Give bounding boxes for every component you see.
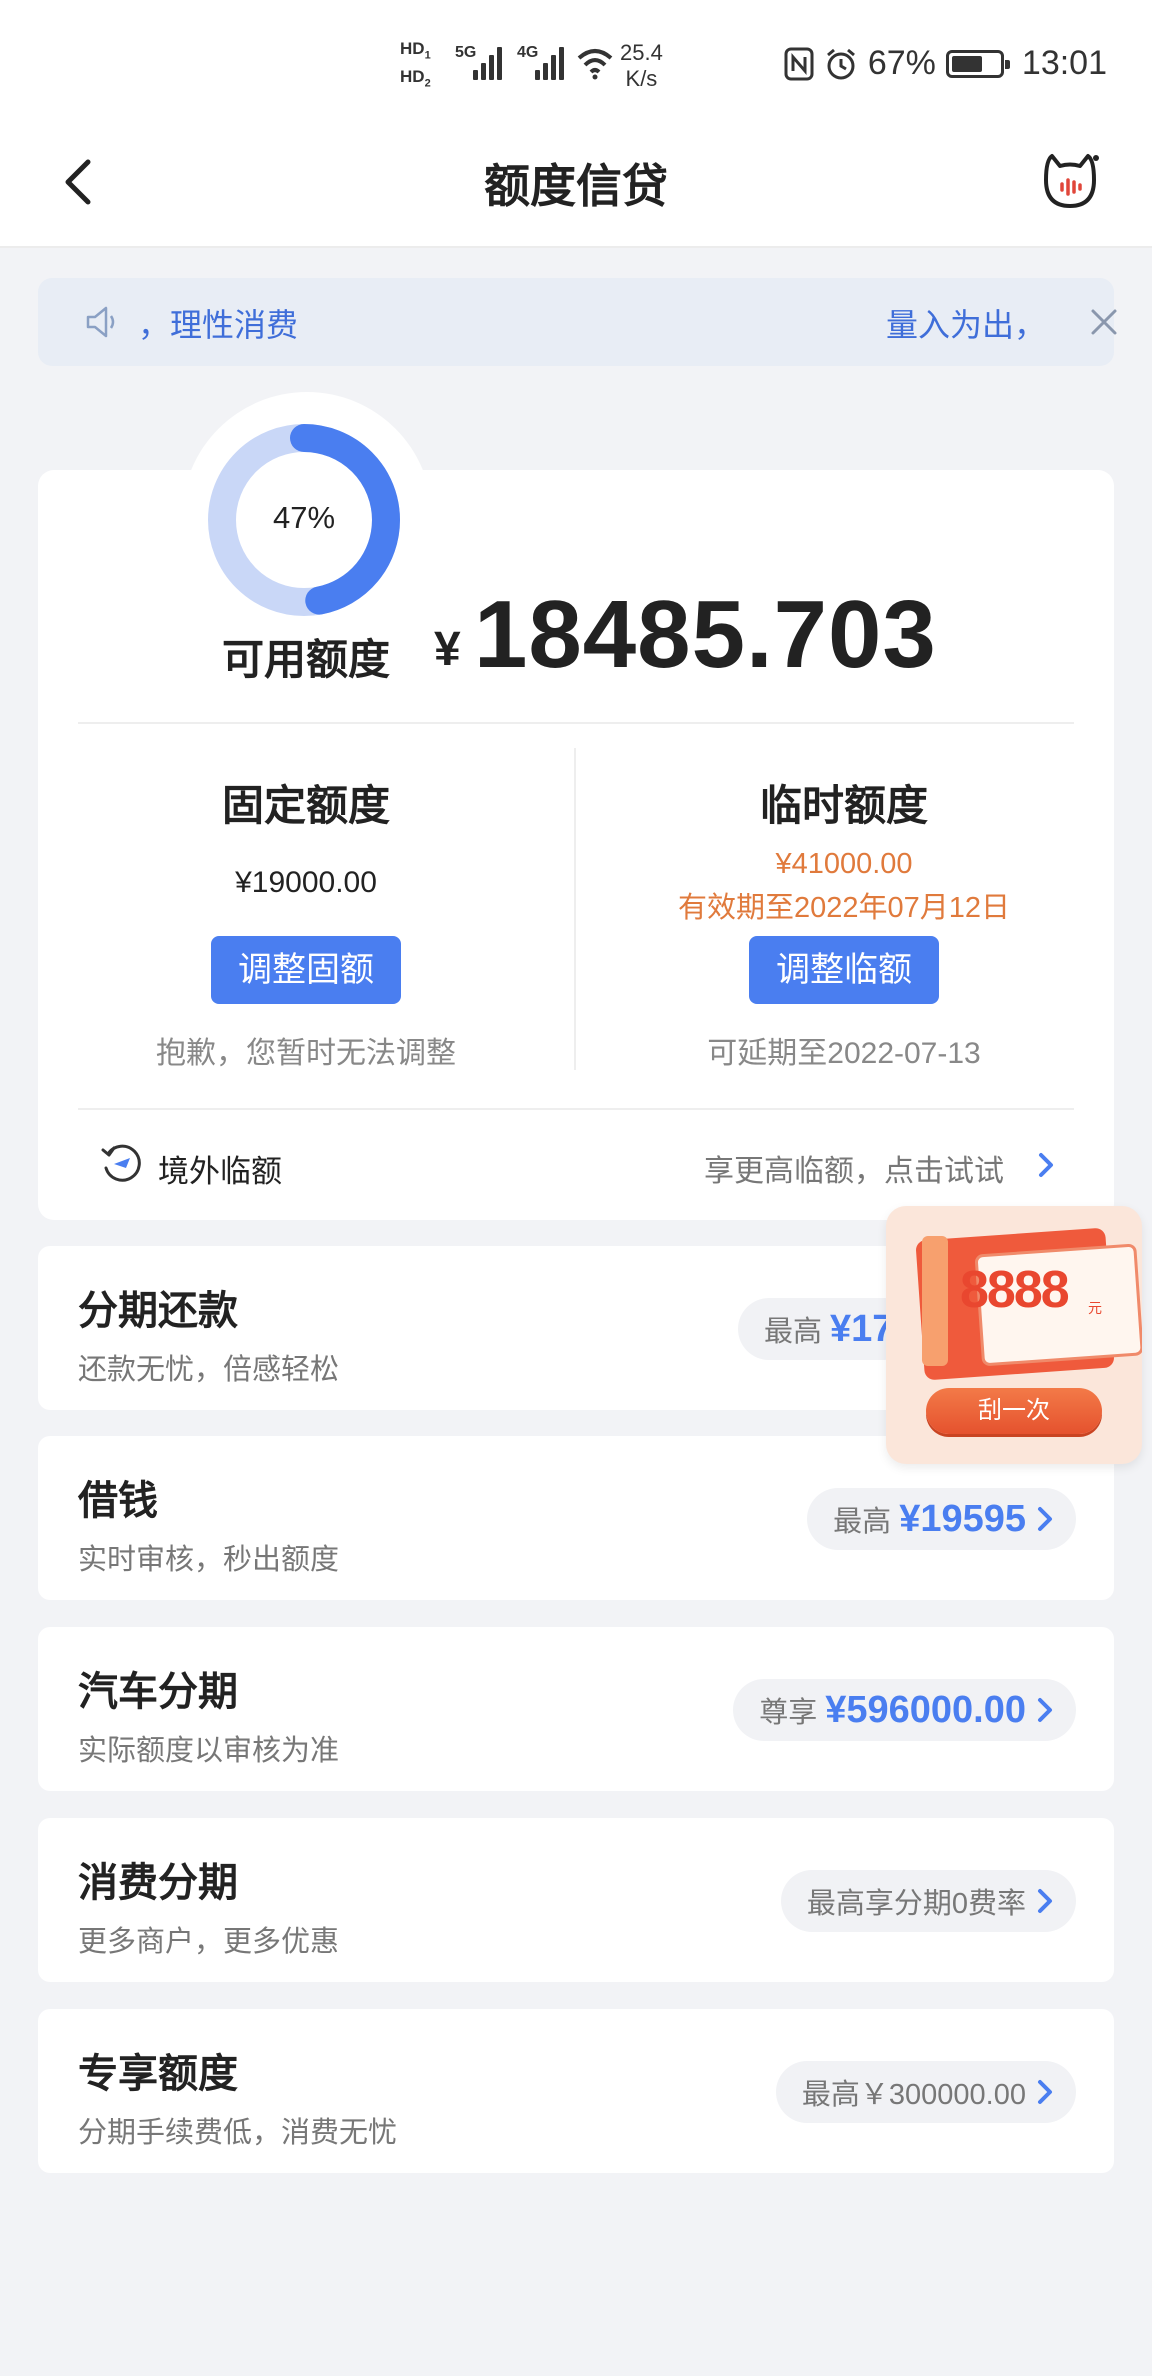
- product-subtitle: 更多商户，更多优惠: [78, 1926, 340, 1958]
- pill-text: 最高享分期0费率: [806, 1888, 1026, 1920]
- product-subtitle: 实时审核，秒出额度: [78, 1544, 340, 1576]
- product-limit-pill[interactable]: 尊享 ¥596000.00: [733, 1679, 1076, 1741]
- scratch-button[interactable]: 刮一次: [926, 1388, 1102, 1434]
- pill-value: ¥17: [830, 1307, 894, 1350]
- adjust-temporary-button[interactable]: 调整临额: [749, 936, 939, 1004]
- divider-vertical: [574, 748, 576, 1070]
- product-limit-pill[interactable]: 最高享分期0费率: [780, 1870, 1076, 1932]
- product-consumer-installment[interactable]: 消费分期 更多商户，更多优惠 最高享分期0费率: [38, 1818, 1114, 1982]
- pill-value: ¥596000.00: [825, 1688, 1026, 1731]
- chevron-right-icon[interactable]: [1034, 1150, 1058, 1180]
- fixed-credit-amount: ¥19000.00: [235, 866, 377, 899]
- temporary-credit-note: 可延期至2022-07-13: [707, 1037, 981, 1070]
- chevron-right-icon: [1038, 1507, 1052, 1531]
- product-title: 借钱: [78, 1479, 158, 1523]
- fixed-credit-title: 固定额度: [221, 782, 390, 829]
- product-subtitle: 实际额度以审核为准: [78, 1735, 340, 1767]
- close-icon[interactable]: [1084, 302, 1124, 342]
- fixed-credit-note: 抱歉，您暂时无法调整: [156, 1037, 456, 1070]
- pill-prefix: 尊享: [759, 1697, 818, 1729]
- pill-prefix: 最高: [833, 1506, 892, 1538]
- product-title: 汽车分期: [78, 1670, 238, 1714]
- fixed-credit-section: 固定额度 ¥19000.00 调整固额 抱歉，您暂时无法调整: [66, 0, 546, 1100]
- chevron-right-icon: [1038, 2080, 1052, 2104]
- product-subtitle: 还款无忧，倍感轻松: [78, 1354, 340, 1386]
- chevron-right-icon: [1038, 1889, 1052, 1913]
- overseas-credit-promo[interactable]: 享更高临额，点击试试: [704, 1146, 1004, 1190]
- adjust-fixed-button[interactable]: 调整固额: [211, 936, 401, 1004]
- pill-text: 最高￥300000.00: [801, 2079, 1026, 2111]
- product-title: 专享额度: [78, 2052, 238, 2096]
- temporary-credit-expiry: 有效期至2022年07月12日: [677, 892, 1011, 924]
- product-title: 分期还款: [78, 1289, 238, 1333]
- pill-prefix: 最高: [764, 1316, 823, 1348]
- promo-amount: 8888: [960, 1261, 1070, 1319]
- product-subtitle: 分期手续费低，消费无忧: [78, 2117, 398, 2149]
- product-limit-pill[interactable]: 最高 ¥19595: [807, 1488, 1076, 1550]
- temporary-credit-title: 临时额度: [759, 782, 928, 829]
- pill-value: ¥19595: [899, 1497, 1026, 1540]
- divider: [78, 1108, 1074, 1110]
- chevron-right-icon: [1038, 1698, 1052, 1722]
- product-exclusive-credit[interactable]: 专享额度 分期手续费低，消费无忧 最高￥300000.00: [38, 2009, 1114, 2173]
- ribbon-icon: [922, 1236, 948, 1366]
- promo-unit: 元: [1088, 1300, 1102, 1316]
- overseas-plane-clock-icon: [101, 1144, 141, 1182]
- overseas-credit-label[interactable]: 境外临额: [158, 1146, 282, 1191]
- product-car-installment[interactable]: 汽车分期 实际额度以审核为准 尊享 ¥596000.00: [38, 1627, 1114, 1791]
- product-title: 消费分期: [78, 1861, 238, 1905]
- product-limit-pill[interactable]: 最高￥300000.00: [775, 2061, 1076, 2123]
- temporary-credit-amount: ¥41000.00: [775, 848, 913, 880]
- temporary-credit-section: 临时额度 ¥41000.00 有效期至2022年07月12日 调整临额 可延期至…: [604, 0, 1084, 1100]
- scratch-card-promo[interactable]: 8888 元 刮一次: [886, 1206, 1142, 1464]
